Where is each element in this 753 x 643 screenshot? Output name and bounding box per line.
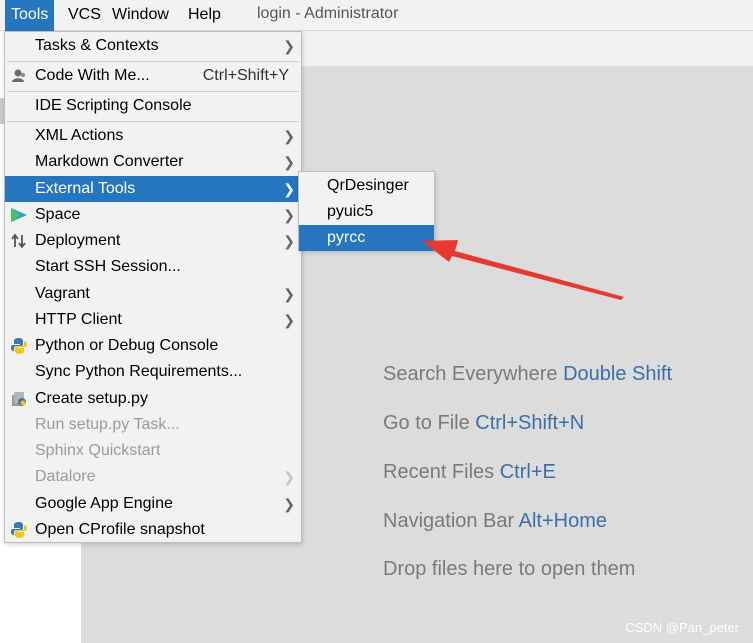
- menu-item-tasks-contexts[interactable]: Tasks & Contexts ❯: [5, 33, 301, 59]
- user-icon: [10, 67, 28, 85]
- hint-text: Go to File: [383, 412, 470, 434]
- menu-item-label: HTTP Client: [35, 311, 122, 328]
- hint-search-everywhere: Search Everywhere Double Shift: [383, 363, 672, 386]
- hint-recent-files: Recent Files Ctrl+E: [383, 461, 556, 484]
- hint-go-to-file: Go to File Ctrl+Shift+N: [383, 412, 584, 435]
- deployment-icon: [10, 232, 28, 250]
- menu-help[interactable]: Help: [182, 0, 227, 31]
- menu-item-markdown-converter[interactable]: Markdown Converter ❯: [5, 149, 301, 175]
- chevron-right-icon: ❯: [283, 496, 295, 512]
- menu-item-label: Sync Python Requirements...: [35, 363, 243, 380]
- menu-item-label: Vagrant: [35, 285, 90, 302]
- tools-menu: Tasks & Contexts ❯ Code With Me... Ctrl+…: [4, 31, 302, 543]
- hint-text: Navigation Bar: [383, 510, 515, 532]
- chevron-right-icon: ❯: [283, 469, 295, 485]
- menu-item-code-with-me[interactable]: Code With Me... Ctrl+Shift+Y: [5, 63, 301, 89]
- hint-drop-files: Drop files here to open them: [383, 558, 635, 581]
- hint-shortcut: Ctrl+Shift+N: [475, 412, 585, 434]
- menu-item-external-tools[interactable]: External Tools ❯: [5, 176, 301, 202]
- menu-item-label: Google App Engine: [35, 495, 173, 512]
- chevron-right-icon: ❯: [283, 286, 295, 302]
- menu-item-datalore: Datalore ❯: [5, 464, 301, 490]
- hint-text: Recent Files: [383, 461, 495, 483]
- menu-item-start-ssh-session[interactable]: Start SSH Session...: [5, 254, 301, 280]
- menu-item-label: IDE Scripting Console: [35, 97, 192, 114]
- menu-item-label: Create setup.py: [35, 390, 148, 407]
- menu-item-label: Tasks & Contexts: [35, 37, 159, 54]
- window-title: login - Administrator: [257, 5, 399, 22]
- hint-shortcut: Double Shift: [563, 363, 673, 385]
- hint-shortcut: Alt+Home: [518, 510, 608, 532]
- menu-item-sphinx-quickstart: Sphinx Quickstart: [5, 438, 301, 464]
- chevron-right-icon: ❯: [283, 312, 295, 328]
- menu-item-create-setup-py[interactable]: Create setup.py: [5, 386, 301, 412]
- hint-shortcut: Ctrl+E: [499, 461, 556, 483]
- menu-separator: [7, 61, 299, 62]
- submenu-item-label: QrDesinger: [327, 177, 409, 194]
- menu-vcs[interactable]: VCS: [62, 0, 107, 31]
- menu-bar: Tools VCS Window Help login - Administra…: [0, 0, 753, 31]
- menu-item-label: Datalore: [35, 468, 96, 485]
- menu-item-label: Space: [35, 206, 81, 223]
- space-icon: [10, 206, 28, 224]
- menu-item-vagrant[interactable]: Vagrant ❯: [5, 281, 301, 307]
- chevron-right-icon: ❯: [283, 38, 295, 54]
- hint-navigation-bar: Navigation Bar Alt+Home: [383, 510, 607, 533]
- hint-text: Drop files here to open them: [383, 558, 636, 580]
- ide-window: Tools VCS Window Help login - Administra…: [0, 0, 753, 643]
- submenu-item-qrdesinger[interactable]: QrDesinger: [299, 173, 434, 199]
- python-profile-icon: [10, 521, 28, 539]
- menu-item-label: Deployment: [35, 232, 121, 249]
- menu-item-label: External Tools: [35, 180, 136, 197]
- submenu-item-label: pyuic5: [327, 203, 374, 220]
- hint-text: Search Everywhere: [383, 363, 558, 385]
- submenu-item-pyrcc[interactable]: pyrcc: [299, 225, 434, 251]
- menu-item-label: Open CProfile snapshot: [35, 521, 205, 538]
- menu-item-shortcut: Ctrl+Shift+Y: [202, 67, 289, 84]
- external-tools-submenu: QrDesinger pyuic5 pyrcc: [298, 171, 435, 251]
- menu-item-space[interactable]: Space ❯: [5, 202, 301, 228]
- chevron-right-icon: ❯: [283, 207, 295, 223]
- menu-item-sync-python-requirements[interactable]: Sync Python Requirements...: [5, 359, 301, 385]
- menu-tools[interactable]: Tools: [5, 0, 55, 31]
- chevron-right-icon: ❯: [283, 128, 295, 144]
- menu-item-http-client[interactable]: HTTP Client ❯: [5, 307, 301, 333]
- menu-item-label: Start SSH Session...: [35, 258, 181, 275]
- menu-item-deployment[interactable]: Deployment ❯: [5, 228, 301, 254]
- menu-item-label: Python or Debug Console: [35, 337, 219, 354]
- chevron-right-icon: ❯: [283, 181, 295, 197]
- menu-window[interactable]: Window: [106, 0, 175, 31]
- menu-item-label: Run setup.py Task...: [35, 416, 180, 433]
- menu-item-python-debug-console[interactable]: Python or Debug Console: [5, 333, 301, 359]
- menu-item-ide-scripting-console[interactable]: IDE Scripting Console: [5, 93, 301, 119]
- menu-item-xml-actions[interactable]: XML Actions ❯: [5, 123, 301, 149]
- watermark: CSDN @Pan_peter: [625, 620, 739, 635]
- chevron-right-icon: ❯: [283, 233, 295, 249]
- chevron-right-icon: ❯: [283, 154, 295, 170]
- submenu-item-label: pyrcc: [327, 229, 366, 246]
- menu-separator: [7, 91, 299, 92]
- menu-item-label: Markdown Converter: [35, 153, 184, 170]
- submenu-item-pyuic5[interactable]: pyuic5: [299, 199, 434, 225]
- menu-item-label: XML Actions: [35, 127, 124, 144]
- python-icon: [10, 337, 28, 355]
- menu-item-open-cprofile-snapshot[interactable]: Open CProfile snapshot: [5, 517, 301, 543]
- menu-separator: [7, 121, 299, 122]
- menu-item-google-app-engine[interactable]: Google App Engine ❯: [5, 491, 301, 517]
- menu-item-label: Code With Me...: [35, 67, 150, 84]
- menu-item-label: Sphinx Quickstart: [35, 442, 161, 459]
- menu-item-run-setup-py-task: Run setup.py Task...: [5, 412, 301, 438]
- python-package-icon: [10, 390, 28, 408]
